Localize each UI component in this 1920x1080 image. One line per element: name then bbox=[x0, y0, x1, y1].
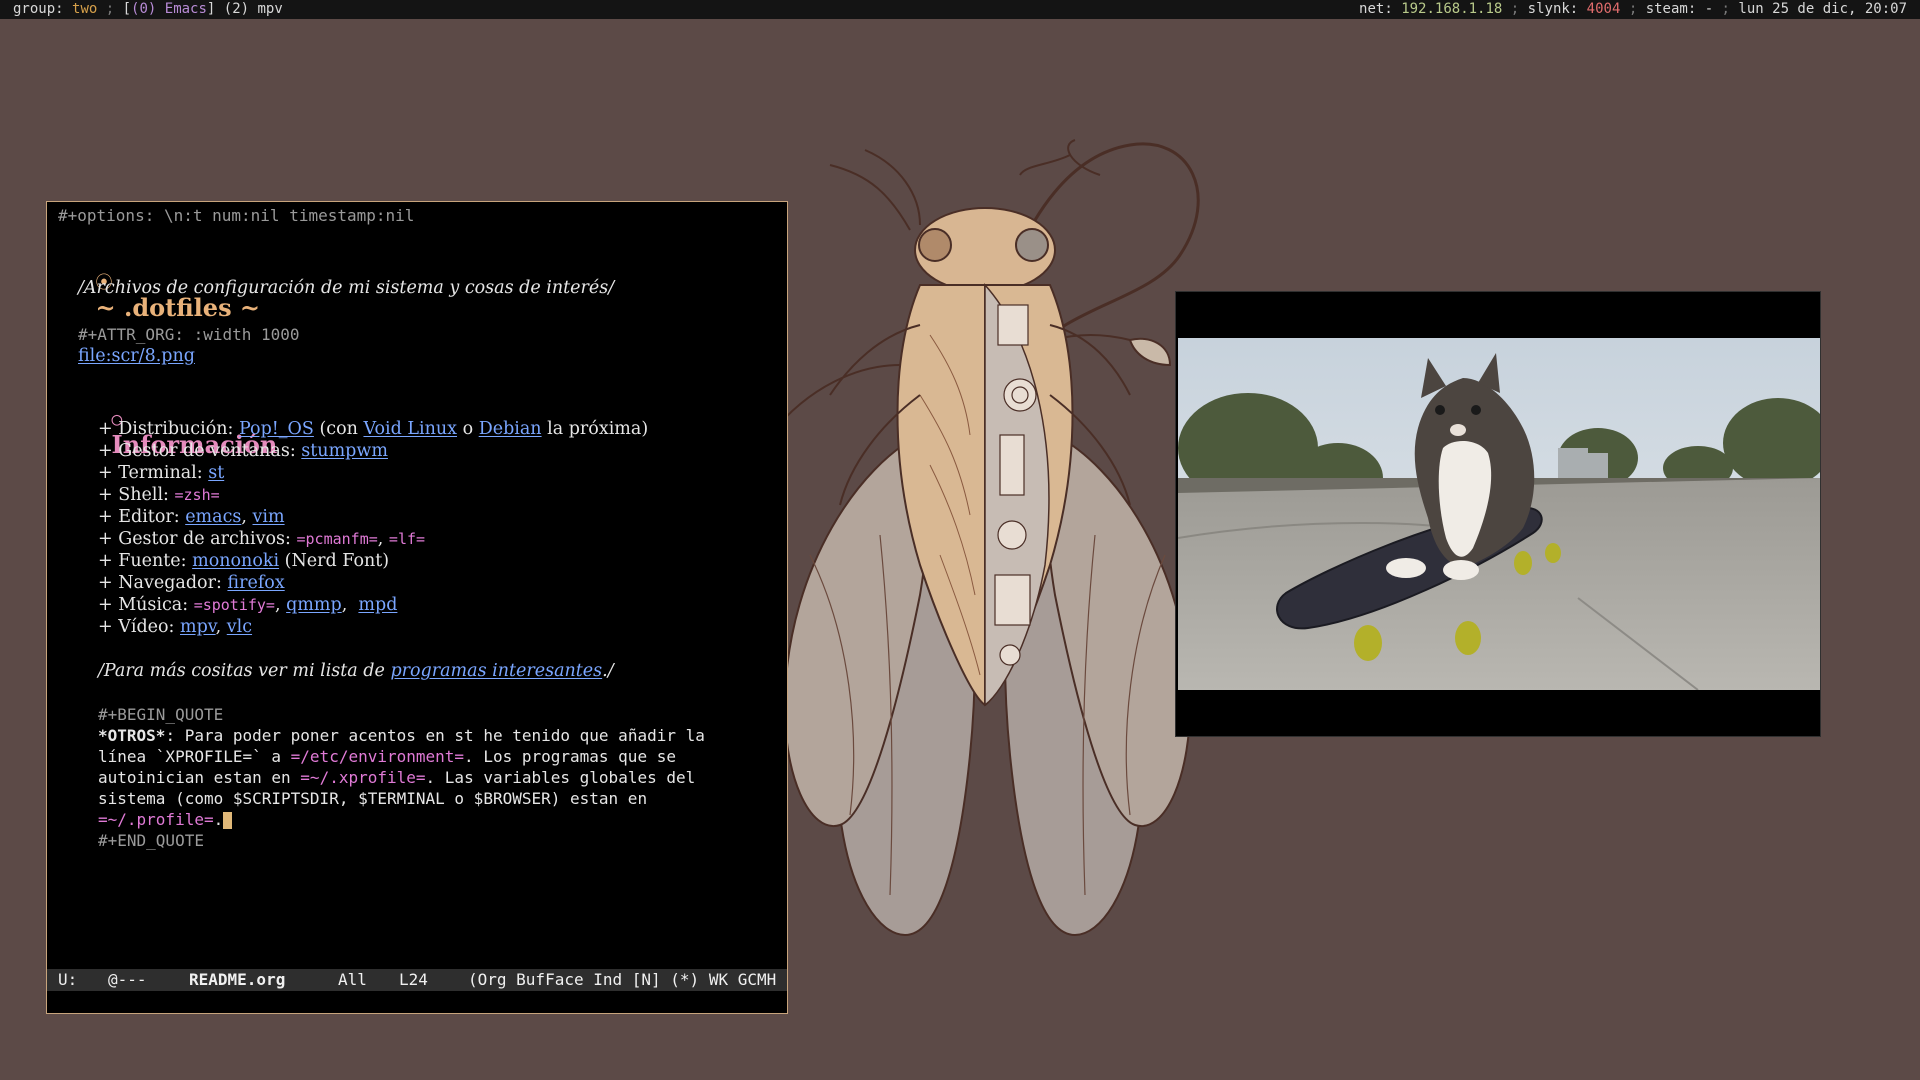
list-item-distro: + Distribución: Pop!_OS (con Void Linux … bbox=[98, 419, 649, 439]
steam-status: steam: - bbox=[1645, 1, 1714, 17]
verbatim-lf: =lf= bbox=[388, 530, 426, 548]
list-item-wm: + Gestor de ventanas: stumpwm bbox=[98, 441, 388, 461]
link-debian[interactable]: Debian bbox=[479, 419, 542, 439]
slynk-label: slynk: bbox=[1527, 1, 1587, 17]
list-item-editor: + Editor: emacs, vim bbox=[98, 507, 285, 527]
link-void-linux[interactable]: Void Linux bbox=[363, 419, 457, 439]
modeline-line: L24 bbox=[399, 970, 428, 989]
video-frame[interactable] bbox=[1178, 338, 1820, 690]
more-programs-line: /Para más cositas ver mi lista de progra… bbox=[98, 661, 614, 681]
slynk-value: 4004 bbox=[1586, 1, 1621, 17]
list-item-font: + Fuente: mononoki (Nerd Font) bbox=[98, 551, 390, 571]
quote-line-2: línea `XPROFILE=` a =/etc/environment=. … bbox=[98, 747, 676, 766]
end-quote: #+END_QUOTE bbox=[98, 831, 204, 850]
link-mpd[interactable]: mpd bbox=[358, 595, 397, 615]
emacs-mode-line[interactable]: U: @--- README.org All L24 (Org BufFace … bbox=[47, 969, 787, 991]
separator: ; bbox=[1502, 1, 1528, 17]
clock: lun 25 de dic, 20:07 bbox=[1738, 1, 1907, 17]
file-link[interactable]: file:scr/8.png bbox=[78, 346, 195, 366]
list-item-shell: + Shell: =zsh= bbox=[98, 485, 220, 505]
modeline-flags: @--- bbox=[108, 970, 147, 989]
text-cursor bbox=[223, 812, 233, 829]
list-item-files: + Gestor de archivos: =pcmanfm=, =lf= bbox=[98, 529, 426, 549]
link-emacs[interactable]: emacs bbox=[185, 507, 241, 527]
link-vlc[interactable]: vlc bbox=[227, 617, 252, 637]
window-mpv[interactable]: (2) mpv bbox=[224, 1, 283, 17]
emacs-window[interactable]: #+options: \n:t num:nil timestamp:nil ⦿ … bbox=[46, 201, 788, 1014]
link-programas-interesantes[interactable]: programas interesantes bbox=[390, 661, 602, 681]
window-emacs[interactable]: Emacs bbox=[165, 1, 207, 17]
verbatim-spotify: =spotify= bbox=[193, 596, 275, 614]
separator: ; bbox=[1713, 1, 1739, 17]
net-label: net: bbox=[1359, 1, 1402, 17]
window-list-close: ] bbox=[206, 1, 224, 17]
link-popos[interactable]: Pop!_OS bbox=[239, 419, 314, 439]
link-vim[interactable]: vim bbox=[253, 507, 285, 527]
quote-line-5: =~/.profile=. bbox=[98, 810, 233, 829]
quote-line-1: *OTROS*: Para poder poner acentos en st … bbox=[98, 726, 705, 745]
quote-line-3: autoinician estan en =~/.xprofile=. Las … bbox=[98, 768, 696, 787]
org-options-line: #+options: \n:t num:nil timestamp:nil bbox=[58, 206, 415, 225]
status-bar: group: two ; [(0) Emacs] (2) mpv net: 19… bbox=[0, 0, 1920, 19]
modeline-position: All bbox=[338, 970, 367, 989]
net-value: 192.168.1.18 bbox=[1401, 1, 1503, 17]
separator: ; bbox=[1620, 1, 1646, 17]
video-cat-skateboard bbox=[1178, 338, 1820, 690]
attr-org-line: #+ATTR_ORG: :width 1000 bbox=[78, 325, 300, 344]
subtitle: /Archivos de configuración de mi sistema… bbox=[78, 278, 615, 298]
separator: ; bbox=[97, 1, 123, 17]
link-stumpwm[interactable]: stumpwm bbox=[301, 441, 388, 461]
link-qmmp[interactable]: qmmp bbox=[286, 595, 342, 615]
link-mononoki[interactable]: mononoki bbox=[192, 551, 279, 571]
link-firefox[interactable]: firefox bbox=[227, 573, 284, 593]
list-item-browser: + Navegador: firefox bbox=[98, 573, 285, 593]
list-item-video: + Vídeo: mpv, vlc bbox=[98, 617, 253, 637]
list-item-music: + Música: =spotify=, qmmp, mpd bbox=[98, 595, 398, 615]
link-mpv[interactable]: mpv bbox=[180, 617, 216, 637]
status-bar-right: net: 192.168.1.18 ; slynk: 4004 ; steam:… bbox=[1359, 0, 1907, 19]
verbatim-zsh: =zsh= bbox=[174, 486, 220, 504]
group-name[interactable]: two bbox=[72, 1, 97, 17]
window-emacs-index[interactable]: (0) bbox=[131, 1, 165, 17]
verbatim-pcmanfm: =pcmanfm= bbox=[296, 530, 378, 548]
modeline-state: U: bbox=[58, 970, 78, 989]
group-label: group: bbox=[13, 1, 73, 17]
list-item-terminal: + Terminal: st bbox=[98, 463, 225, 483]
mpv-window[interactable] bbox=[1175, 291, 1821, 737]
link-st[interactable]: st bbox=[208, 463, 224, 483]
quote-line-4: sistema (como $SCRIPTSDIR, $TERMINAL o $… bbox=[98, 789, 648, 808]
modeline-modes[interactable]: (Org BufFace Ind [N] (*) WK GCMH bbox=[468, 969, 776, 991]
status-bar-left: group: two ; [(0) Emacs] (2) mpv bbox=[13, 0, 283, 19]
begin-quote: #+BEGIN_QUOTE bbox=[98, 705, 224, 724]
modeline-buffer-name[interactable]: README.org bbox=[189, 969, 285, 991]
bold-otros: *OTROS* bbox=[98, 726, 166, 745]
window-list-open: [ bbox=[122, 1, 132, 17]
